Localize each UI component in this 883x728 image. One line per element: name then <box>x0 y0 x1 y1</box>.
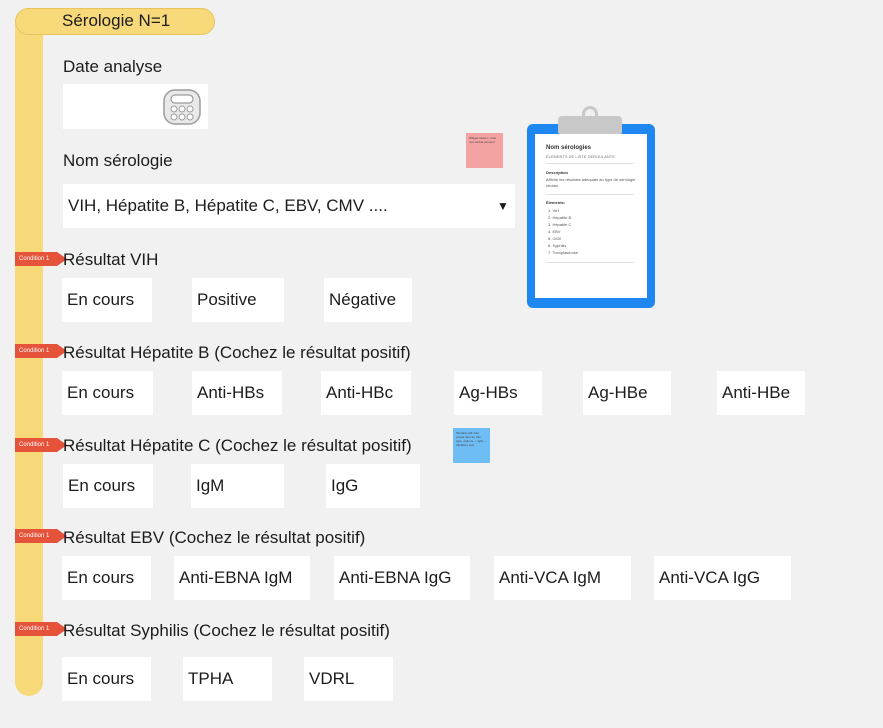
condition-tag-hepb: Condition 1 <box>15 344 67 358</box>
clipboard-subtitle: ÉLÉMENTS DE LISTE DÉROULANTE <box>546 154 615 159</box>
clipboard-item: 4. EBV <box>548 229 561 234</box>
hepb-option-anti-hbs[interactable]: Anti-HBs <box>192 371 282 415</box>
hepb-option-ag-hbe[interactable]: Ag-HBe <box>583 371 671 415</box>
hepb-option-anti-hbe[interactable]: Anti-HBe <box>717 371 805 415</box>
clipboard-clip <box>558 116 622 134</box>
nom-serologie-label: Nom sérologie <box>63 151 173 170</box>
ebv-option-anti-ebna-igm[interactable]: Anti-EBNA IgM <box>174 556 310 600</box>
section-title: Sérologie N=1 <box>62 11 171 30</box>
resultat-syphilis-label: Résultat Syphilis (Cochez le résultat po… <box>63 621 390 640</box>
hepb-option-en-cours[interactable]: En cours <box>62 371 153 415</box>
ebv-option-anti-vca-igm[interactable]: Anti-VCA IgM <box>494 556 631 600</box>
nom-serologie-value: VIH, Hépatite B, Hépatite C, EBV, CMV ..… <box>68 196 388 215</box>
vih-option-positive[interactable]: Positive <box>192 278 284 322</box>
clipboard-item: 6. Syphilis <box>548 243 567 248</box>
condition-tag-vih: Condition 1 <box>15 252 67 266</box>
clipboard-divider <box>546 262 634 263</box>
ebv-option-anti-ebna-igg[interactable]: Anti-EBNA IgG <box>334 556 470 600</box>
hepc-option-igm[interactable]: IgM <box>191 464 284 508</box>
clipboard-item: 3. Hépatite C <box>548 222 572 227</box>
resultat-hepc-label: Résultat Hépatite C (Cochez le résultat … <box>63 436 412 455</box>
syphilis-option-en-cours[interactable]: En cours <box>62 657 151 701</box>
clipboard-title: Nom sérologies <box>546 145 592 151</box>
resultat-hepb-label: Résultat Hépatite B (Cochez le résultat … <box>63 343 411 362</box>
vih-option-en-cours[interactable]: En cours <box>62 278 152 322</box>
vih-option-negative[interactable]: Négative <box>324 278 412 322</box>
nom-serologie-select[interactable]: VIH, Hépatite B, Hépatite C, EBV, CMV ..… <box>63 184 515 228</box>
clipboard-item: 1. VIH <box>548 208 560 213</box>
clipboard-item: 5. CMV <box>548 236 562 241</box>
date-analyse-input[interactable] <box>63 84 208 129</box>
clipboard-elements-heading: Éléments: <box>546 200 566 205</box>
resultat-ebv-label: Résultat EBV (Cochez le résultat positif… <box>63 528 366 547</box>
resultat-vih-label: Résultat VIH <box>63 250 159 269</box>
ebv-option-en-cours[interactable]: En cours <box>62 556 151 600</box>
clipboard-divider <box>546 194 634 195</box>
syphilis-option-vdrl[interactable]: VDRL <box>304 657 393 701</box>
clipboard-divider <box>546 163 634 164</box>
calendar-keypad-icon[interactable] <box>163 89 201 125</box>
syphilis-option-tpha[interactable]: TPHA <box>183 657 272 701</box>
clipboard-description: Affiche les résultats adéquats au type d… <box>546 177 636 188</box>
sticky-note-pink[interactable]: Widget sticker / note non-verbal element <box>466 133 503 168</box>
condition-tag-syphilis: Condition 1 <box>15 622 67 636</box>
ebv-option-anti-vca-igg[interactable]: Anti-VCA IgG <box>654 556 791 600</box>
condition-tag-hepc: Condition 1 <box>15 438 67 452</box>
hepb-option-anti-hbc[interactable]: Anti-HBc <box>321 371 411 415</box>
date-analyse-label: Date analyse <box>63 57 163 76</box>
hepc-option-igg[interactable]: IgG <box>326 464 420 508</box>
clipboard-item: 2. Hépatite B <box>548 215 572 220</box>
clipboard-item: 7. Toxoplasmose <box>548 250 578 255</box>
sticky-note-blue[interactable]: Similarly will note output item for this… <box>453 428 490 463</box>
clipboard-description-heading: Description <box>546 170 569 175</box>
hepb-option-ag-hbs[interactable]: Ag-HBs <box>454 371 542 415</box>
hepc-option-en-cours[interactable]: En cours <box>63 464 153 508</box>
condition-tag-ebv: Condition 1 <box>15 529 67 543</box>
chevron-down-icon[interactable]: ▼ <box>497 199 509 213</box>
